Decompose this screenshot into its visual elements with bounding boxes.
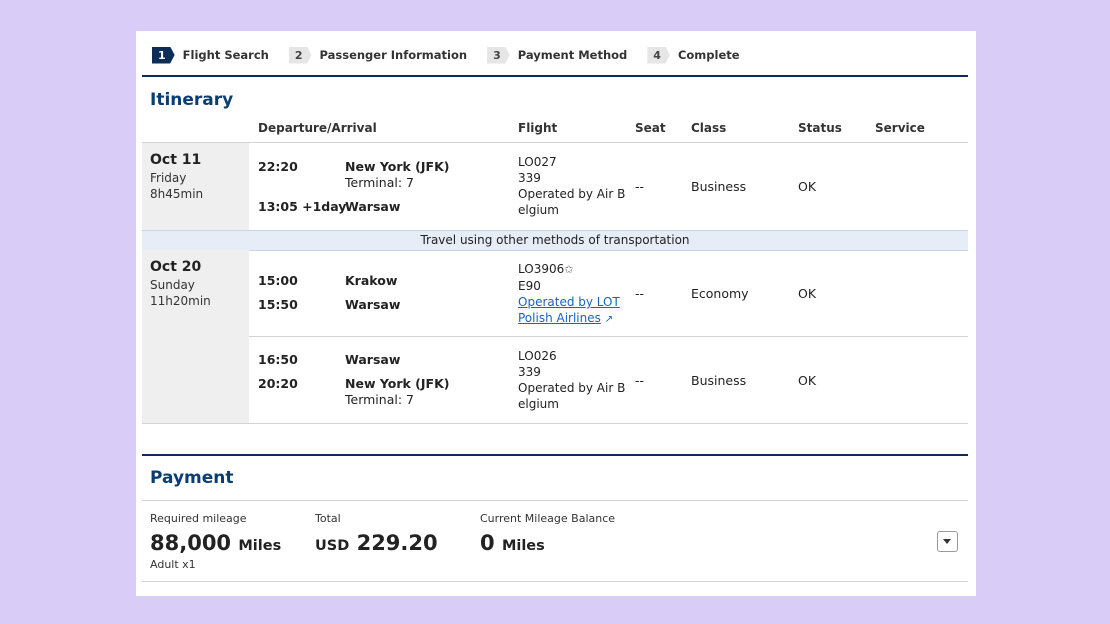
arrival-time: 15:50 <box>258 297 298 312</box>
class-value: Business <box>691 179 747 194</box>
booking-card: 1 Flight Search 2 Passenger Information … <box>136 31 976 596</box>
total-currency: USD <box>315 538 350 554</box>
balance-unit: Miles <box>501 538 545 554</box>
departure-city: New York (JFK) <box>345 159 450 174</box>
total-value: 229.20 <box>356 531 438 555</box>
itinerary-title: Itinerary <box>150 90 234 110</box>
class-value: Economy <box>691 286 749 301</box>
balance-label: Current Mileage Balance <box>480 512 616 525</box>
header-seat: Seat <box>635 121 666 135</box>
header-status: Status <box>798 121 842 135</box>
day-duration: 8h45min <box>150 187 204 201</box>
step-payment-method: 3 Payment Method <box>487 46 628 64</box>
arrival-time: 20:20 <box>258 376 298 391</box>
seat-value: -- <box>635 179 645 194</box>
required-mileage-label: Required mileage <box>150 512 247 525</box>
arrival-city: Warsaw <box>345 297 401 312</box>
payment-divider <box>142 500 968 501</box>
external-link-icon[interactable]: ↗ <box>605 314 613 325</box>
header-departure-arrival: Departure/Arrival <box>258 121 377 135</box>
flight-number: LO3906 <box>518 262 565 276</box>
step-label: Passenger Information <box>319 48 468 62</box>
total-label: Total <box>315 512 341 525</box>
aircraft-code: 339 <box>518 365 541 379</box>
departure-time: 16:50 <box>258 352 298 367</box>
seat-value: -- <box>635 286 645 301</box>
step-label: Flight Search <box>182 48 269 62</box>
step-complete: 4 Complete <box>647 46 740 64</box>
day-date: Oct 20 <box>150 259 202 275</box>
arrival-time: 13:05 +1day <box>258 199 347 214</box>
departure-terminal: Terminal: 7 <box>345 175 414 190</box>
step-number: 3 <box>487 46 510 64</box>
arrival-city: Warsaw <box>345 199 401 214</box>
flight-info: LO3906✩ E90 Operated by LOT Polish Airli… <box>518 261 630 328</box>
balance-value: 0 <box>480 531 495 555</box>
operator-text: Operated by Air B elgium <box>518 381 626 411</box>
step-passenger-information: 2 Passenger Information <box>288 46 468 64</box>
payment-bottom-divider <box>142 581 968 582</box>
aircraft-code: 339 <box>518 171 541 185</box>
mileage-balance: 0 Miles <box>480 531 545 555</box>
departure-time: 22:20 <box>258 159 298 174</box>
table-divider <box>142 142 968 143</box>
step-number: 2 <box>288 46 312 64</box>
star-icon: ✩ <box>564 263 574 276</box>
section-divider <box>142 75 968 77</box>
flight-number-row: LO3906✩ <box>518 261 630 278</box>
departure-time: 15:00 <box>258 273 298 288</box>
day-duration: 11h20min <box>150 294 211 308</box>
passenger-count: Adult x1 <box>150 558 196 571</box>
operator-link-2[interactable]: Polish Airlines <box>518 311 601 325</box>
flight-info: LO026 339 Operated by Air B elgium <box>518 348 630 412</box>
header-service: Service <box>875 121 925 135</box>
status-value: OK <box>798 179 817 194</box>
step-label: Payment Method <box>517 48 628 62</box>
payment-title: Payment <box>150 468 234 488</box>
seat-value: -- <box>635 373 645 388</box>
transport-note: Travel using other methods of transporta… <box>142 230 968 251</box>
day-date: Oct 11 <box>150 152 202 168</box>
required-mileage-unit: Miles <box>238 538 282 554</box>
class-value: Business <box>691 373 747 388</box>
operator-text: Operated by Air B elgium <box>518 187 626 217</box>
progress-steps: 1 Flight Search 2 Passenger Information … <box>152 45 760 65</box>
table-bottom-divider <box>142 423 968 424</box>
step-number: 4 <box>647 46 670 64</box>
header-flight: Flight <box>518 121 558 135</box>
section-divider <box>142 454 968 456</box>
day-cell-oct-11: Oct 11 Friday 8h45min <box>142 143 249 230</box>
aircraft-code: E90 <box>518 279 541 293</box>
operator-link[interactable]: Operated by LOT <box>518 295 620 309</box>
required-mileage-value: 88,000 <box>150 531 232 555</box>
flight-info: LO027 339 Operated by Air B elgium <box>518 154 630 218</box>
header-class: Class <box>691 121 727 135</box>
step-flight-search: 1 Flight Search <box>152 46 269 64</box>
status-value: OK <box>798 373 817 388</box>
step-label: Complete <box>677 48 740 62</box>
required-mileage: 88,000 Miles <box>150 531 281 555</box>
step-number: 1 <box>152 46 175 64</box>
day-weekday: Sunday <box>150 278 195 292</box>
departure-city: Krakow <box>345 273 398 288</box>
total-amount: USD 229.20 <box>315 531 438 555</box>
flight-number: LO026 <box>518 349 557 363</box>
day-weekday: Friday <box>150 171 187 185</box>
arrival-terminal: Terminal: 7 <box>345 392 414 407</box>
payment-expand-dropdown[interactable] <box>937 531 958 552</box>
arrival-city: New York (JFK) <box>345 376 450 391</box>
status-value: OK <box>798 286 817 301</box>
flight-number: LO027 <box>518 155 557 169</box>
departure-city: Warsaw <box>345 352 401 367</box>
row-divider <box>249 336 968 337</box>
day-cell-oct-20: Oct 20 Sunday 11h20min <box>142 250 249 423</box>
